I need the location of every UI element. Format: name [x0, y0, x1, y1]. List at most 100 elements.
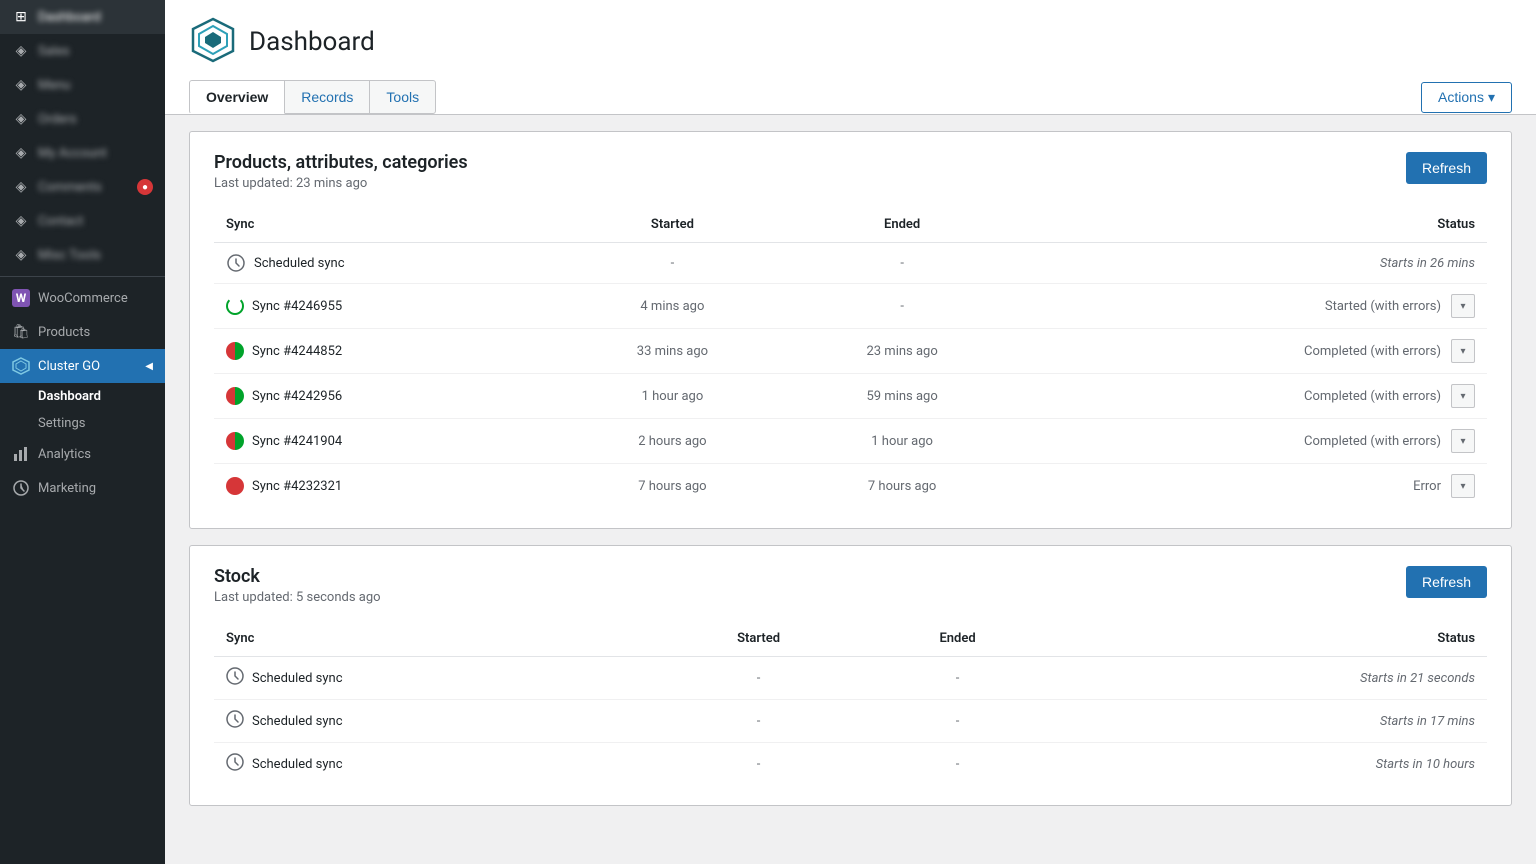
tab-overview[interactable]: Overview: [189, 80, 285, 114]
sync-name-text: Scheduled sync: [252, 714, 343, 729]
sync-name-cell: Scheduled sync: [226, 253, 546, 273]
orders-icon: ◈: [12, 110, 30, 128]
col-started-1: Started: [558, 207, 788, 243]
header-bar: Dashboard Overview Records Tools Actions…: [165, 0, 1536, 115]
sidebar-item-marketing[interactable]: Marketing: [0, 471, 165, 505]
tab-records[interactable]: Records: [284, 80, 370, 114]
sync-name-text: Sync #4244852: [252, 344, 342, 359]
section-products-title: Products, attributes, categories: [214, 152, 468, 173]
ended-cell: 1 hour ago: [787, 419, 1017, 464]
sidebar-item-comments[interactable]: ◈ Comments ●: [0, 170, 165, 204]
sales-icon: ◈: [12, 42, 30, 60]
sync-name-cell: Scheduled sync: [226, 710, 642, 732]
ended-cell: -: [863, 743, 1052, 786]
col-status-1: Status: [1017, 207, 1487, 243]
started-cell: 4 mins ago: [558, 284, 788, 329]
error-icon: [226, 477, 244, 495]
ended-cell: 59 mins ago: [787, 374, 1017, 419]
table-row: Sync #4242956 1 hour ago 59 mins ago Com…: [214, 374, 1487, 419]
completed-error-icon: [226, 387, 244, 405]
sidebar-products-label: Products: [38, 325, 153, 340]
refresh-button-stock[interactable]: Refresh: [1406, 566, 1487, 598]
col-ended-2: Ended: [863, 621, 1052, 657]
status-dropdown-button[interactable]: ▾: [1451, 474, 1475, 498]
sync-table-products: Sync Started Ended Status: [214, 207, 1487, 508]
sync-table-products-body: Scheduled sync - - Starts in 26 mins: [214, 243, 1487, 509]
tabs-row: Overview Records Tools Actions ▾: [189, 80, 1512, 114]
status-dropdown-button[interactable]: ▾: [1451, 339, 1475, 363]
status-text: Completed (with errors): [1304, 389, 1441, 404]
status-dropdown-button[interactable]: ▾: [1451, 294, 1475, 318]
ended-cell: -: [787, 284, 1017, 329]
comments-icon: ◈: [12, 178, 30, 196]
section-stock-header: Stock Last updated: 5 seconds ago Refres…: [214, 566, 1487, 605]
ended-cell: 7 hours ago: [787, 464, 1017, 509]
sidebar-item-products[interactable]: 🛍 Products: [0, 315, 165, 349]
sidebar-item-sub-settings[interactable]: Settings: [0, 410, 165, 437]
sync-name-cell: Sync #4242956: [226, 387, 546, 405]
col-status-2: Status: [1052, 621, 1487, 657]
content-area: Products, attributes, categories Last up…: [165, 115, 1536, 838]
status-text: Starts in 21 seconds: [1360, 671, 1475, 686]
ended-cell: -: [863, 657, 1052, 700]
col-sync-1: Sync: [214, 207, 558, 243]
actions-label: Actions: [1438, 89, 1484, 105]
woocommerce-icon: W: [12, 289, 30, 307]
sync-name-text: Scheduled sync: [254, 256, 345, 271]
sidebar-marketing-label: Marketing: [38, 481, 153, 496]
comments-badge: ●: [137, 179, 153, 195]
products-icon: 🛍: [12, 323, 30, 341]
section-products-subtitle: Last updated: 23 mins ago: [214, 176, 468, 191]
sync-name-text: Sync #4246955: [252, 299, 342, 314]
started-cell: -: [654, 743, 864, 786]
status-text: Starts in 10 hours: [1376, 757, 1475, 772]
status-dropdown-button[interactable]: ▾: [1451, 384, 1475, 408]
scheduled-icon: [226, 253, 246, 273]
sidebar-item-sales[interactable]: ◈ Sales: [0, 34, 165, 68]
table-row: Sync #4244852 33 mins ago 23 mins ago Co…: [214, 329, 1487, 374]
cluster-go-arrow-icon: ◀: [145, 361, 153, 372]
scheduled-icon: [226, 753, 244, 775]
sidebar-cluster-go-label: Cluster GO: [38, 359, 137, 374]
ended-cell: -: [787, 243, 1017, 284]
sub-settings-label: Settings: [38, 416, 85, 431]
running-icon: [226, 297, 244, 315]
sidebar-item-analytics[interactable]: Analytics: [0, 437, 165, 471]
status-text: Starts in 26 mins: [1380, 256, 1475, 271]
sidebar-item-my-account[interactable]: ◈ My Account: [0, 136, 165, 170]
sidebar-woocommerce-label: WooCommerce: [38, 291, 153, 306]
started-cell: -: [558, 243, 788, 284]
started-cell: -: [654, 700, 864, 743]
sync-table-stock-body: Scheduled sync - - Starts in 21 seconds: [214, 657, 1487, 786]
tab-tools[interactable]: Tools: [369, 80, 436, 114]
sidebar-item-orders[interactable]: ◈ Orders: [0, 102, 165, 136]
page-title: Dashboard: [249, 27, 375, 57]
refresh-button-products[interactable]: Refresh: [1406, 152, 1487, 184]
sync-name-cell: Sync #4246955: [226, 297, 546, 315]
sidebar-item-dashboard-wp[interactable]: ⊞ Dashboard: [0, 0, 165, 34]
status-dropdown-button[interactable]: ▾: [1451, 429, 1475, 453]
sidebar-item-cluster-go[interactable]: Cluster GO ◀: [0, 349, 165, 383]
scheduled-icon: [226, 667, 244, 689]
sync-name-text: Scheduled sync: [252, 757, 343, 772]
sync-name-text: Sync #4232321: [252, 479, 342, 494]
table-row: Scheduled sync - - Starts in 17 mins: [214, 700, 1487, 743]
tabs-container: Overview Records Tools: [189, 80, 435, 114]
my-account-icon: ◈: [12, 144, 30, 162]
actions-button[interactable]: Actions ▾: [1421, 82, 1512, 113]
sidebar-item-woocommerce[interactable]: W WooCommerce: [0, 281, 165, 315]
section-products-attributes: Products, attributes, categories Last up…: [189, 131, 1512, 529]
section-products-header: Products, attributes, categories Last up…: [214, 152, 1487, 191]
sidebar-item-menu[interactable]: ◈ Menu: [0, 68, 165, 102]
cluster-go-icon: [12, 357, 30, 375]
table-row: Scheduled sync - - Starts in 26 mins: [214, 243, 1487, 284]
sidebar-item-misc[interactable]: ◈ Misc Tools: [0, 238, 165, 272]
analytics-icon: [12, 445, 30, 463]
sync-table-stock: Sync Started Ended Status S: [214, 621, 1487, 785]
app-logo: [189, 16, 237, 68]
sidebar-item-sub-dashboard[interactable]: Dashboard: [0, 383, 165, 410]
sidebar-item-contact[interactable]: ◈ Contact: [0, 204, 165, 238]
scheduled-icon: [226, 710, 244, 732]
sidebar-divider-1: [0, 276, 165, 277]
main-content: Dashboard Overview Records Tools Actions…: [165, 0, 1536, 864]
